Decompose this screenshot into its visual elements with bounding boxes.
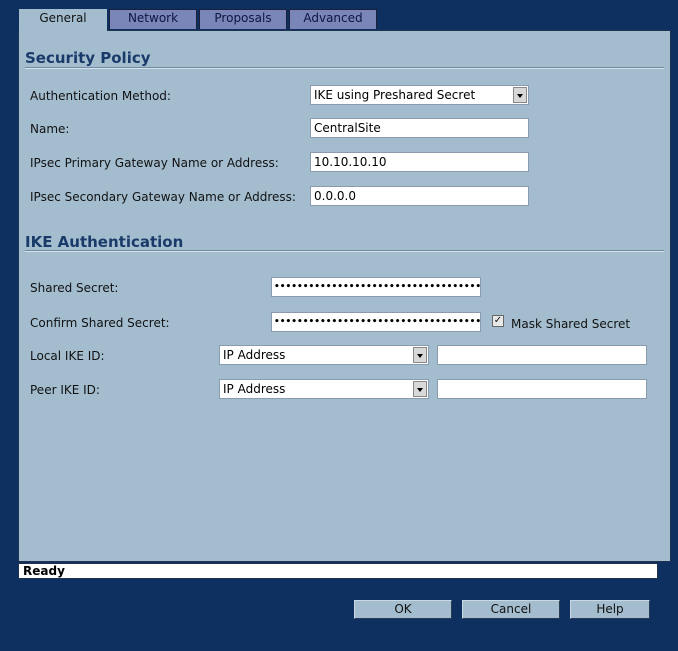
- ike-authentication-heading: IKE Authentication: [25, 233, 184, 251]
- local-ike-id-label: Local IKE ID:: [30, 349, 105, 363]
- mask-shared-secret-checkbox[interactable]: ✓: [492, 315, 504, 327]
- chevron-down-icon[interactable]: [513, 87, 527, 103]
- shared-secret-label: Shared Secret:: [30, 281, 119, 295]
- tab-advanced[interactable]: Advanced: [289, 9, 377, 29]
- shared-secret-field[interactable]: ••••••••••••••••••••••••••••••••••••••••: [271, 277, 481, 297]
- general-panel: Security Policy Authentication Method: I…: [18, 30, 671, 562]
- status-bar: Ready: [18, 563, 658, 579]
- cancel-button[interactable]: Cancel: [462, 600, 560, 619]
- chevron-down-icon[interactable]: [413, 381, 427, 397]
- primary-gateway-field[interactable]: 10.10.10.10: [310, 152, 529, 172]
- checkmark-icon: ✓: [493, 315, 503, 326]
- primary-gateway-label: IPsec Primary Gateway Name or Address:: [30, 156, 279, 170]
- secondary-gateway-label: IPsec Secondary Gateway Name or Address:: [30, 190, 296, 204]
- name-field[interactable]: CentralSite: [310, 118, 529, 138]
- auth-method-label: Authentication Method:: [30, 89, 171, 103]
- local-ike-id-field[interactable]: [437, 345, 647, 365]
- tab-proposals[interactable]: Proposals: [199, 9, 287, 29]
- local-ike-id-type-value: IP Address: [223, 348, 286, 362]
- confirm-secret-field[interactable]: ••••••••••••••••••••••••••••••••••••••••: [271, 312, 481, 332]
- ok-button[interactable]: OK: [354, 600, 452, 619]
- auth-method-value: IKE using Preshared Secret: [314, 88, 476, 102]
- name-label: Name:: [30, 122, 70, 136]
- section-divider: [25, 67, 664, 69]
- peer-ike-id-field[interactable]: [437, 379, 647, 399]
- confirm-secret-label: Confirm Shared Secret:: [30, 316, 170, 330]
- secondary-gateway-field[interactable]: 0.0.0.0: [310, 186, 529, 206]
- peer-ike-id-type-select[interactable]: IP Address: [219, 379, 429, 399]
- mask-shared-secret-label: Mask Shared Secret: [511, 317, 631, 331]
- help-button[interactable]: Help: [570, 600, 650, 619]
- auth-method-select[interactable]: IKE using Preshared Secret: [310, 85, 529, 105]
- section-divider: [25, 250, 664, 252]
- local-ike-id-type-select[interactable]: IP Address: [219, 345, 429, 365]
- tab-general[interactable]: General: [19, 9, 107, 31]
- chevron-down-icon[interactable]: [413, 347, 427, 363]
- security-policy-heading: Security Policy: [25, 49, 151, 67]
- peer-ike-id-label: Peer IKE ID:: [30, 383, 100, 397]
- tab-network[interactable]: Network: [109, 9, 197, 29]
- peer-ike-id-type-value: IP Address: [223, 382, 286, 396]
